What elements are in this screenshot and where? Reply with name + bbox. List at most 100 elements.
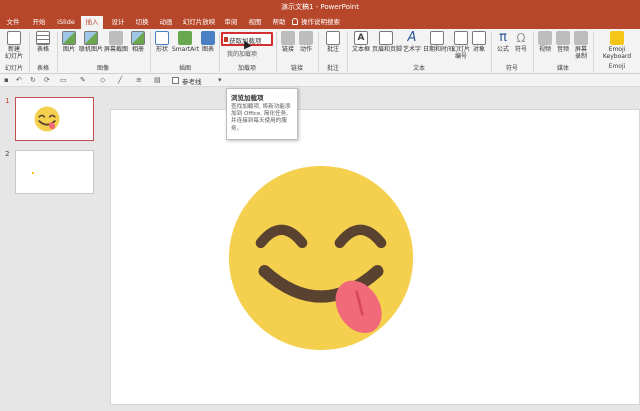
textbox-button[interactable]: A 文本框 [351,31,371,53]
pictures-label: 图片 [62,46,75,53]
thumbnail-dot [32,172,34,174]
table-icon [36,31,50,45]
start-slideshow-icon[interactable]: ▭ [60,76,67,84]
tab-home[interactable]: 开始 [28,16,50,29]
chart-button[interactable]: 图表 [200,31,216,53]
slide-number-button[interactable]: 幻灯片 编号 [452,31,470,60]
format-painter-icon[interactable]: ✎ [80,76,86,84]
slide-canvas[interactable] [110,109,640,405]
divider [29,32,30,72]
slide-number-label: 幻灯片 编号 [452,46,471,60]
group-slides: 幻灯片 [4,65,23,72]
my-addins-button[interactable]: 我的加载项 [227,49,257,58]
redo-icon[interactable]: ↻ [30,76,36,84]
save-icon[interactable]: ▪ [4,76,9,84]
tab-insert[interactable]: 插入 [81,16,103,29]
ribbon-tabs: 文件 开始 iSlide 插入 设计 切换 动画 幻灯片放映 审阅 视图 帮助 … [0,14,640,29]
title-bar: 演示文稿1 - PowerPoint [0,0,640,14]
emoji-keyboard-button[interactable]: Emoji Keyboard [597,31,637,60]
group-illustrations: 插图 [178,65,191,72]
tab-design[interactable]: 设计 [107,16,129,29]
datetime-label: 日期和时间 [423,46,454,53]
new-slide-label: 新建 幻灯片 [4,46,23,60]
chart-icon [201,31,215,45]
tab-animations[interactable]: 动画 [155,16,177,29]
album-button[interactable]: 相册 [130,31,146,53]
screen-recording-button[interactable]: 屏幕 录制 [573,31,589,60]
pictures-button[interactable]: 图片 [60,31,78,53]
arrange-icon[interactable]: ▤ [154,76,161,84]
tab-help[interactable]: 帮助 [268,16,290,29]
tab-review[interactable]: 审阅 [220,16,242,29]
smiling-face-with-tongue-icon[interactable] [227,164,415,352]
smartart-label: SmartArt [172,46,200,53]
audio-button[interactable]: 音频 [555,31,571,53]
slide-number-icon [454,31,468,45]
tell-me-label: 操作说明搜索 [301,18,340,26]
equation-button[interactable]: π 公式 [495,31,511,54]
camera-icon [109,31,123,45]
group-symbols: 符号 [505,65,518,72]
datetime-button[interactable]: 日期和时间 [423,31,454,53]
slide-thumbnail-2[interactable] [15,150,94,194]
divider [347,32,348,72]
guides-checkbox[interactable] [172,77,179,84]
customize-toolbar-icon[interactable]: ▾ [218,76,222,84]
link-label: 链接 [281,46,294,53]
smartart-icon [178,31,192,45]
ribbon: 新建 幻灯片 幻灯片 表格 表格 图片 联机图片 屏幕截图 相册 图像 形状 S… [0,29,640,74]
header-footer-label: 页眉和页脚 [372,46,403,53]
tab-file[interactable]: 文件 [2,16,24,29]
screenshot-label: 屏幕截图 [103,46,128,53]
comment-icon [326,31,340,45]
symbol-button[interactable]: Ω 符号 [513,31,529,53]
calendar-icon [430,31,444,45]
divider [276,32,277,72]
alignment-icon[interactable]: ≡ [136,76,142,84]
repeat-icon[interactable]: ⟳ [44,76,50,84]
header-footer-icon [379,31,393,45]
screenshot-button[interactable]: 屏幕截图 [103,31,129,53]
tab-view[interactable]: 视图 [244,16,266,29]
object-button[interactable]: 对象 [471,31,487,53]
quick-access-toolbar: ▪ ↶ ↻ ⟳ ▭ ✎ ◇ ╱ ≡ ▤ 参考线 ▾ [0,74,640,87]
divider [150,32,151,72]
album-icon [131,31,145,45]
object-icon [472,31,486,45]
video-label: 视频 [538,46,551,53]
video-button[interactable]: 视频 [537,31,553,53]
tab-islide[interactable]: iSlide [55,16,77,29]
shapes-button[interactable]: 形状 [154,31,170,53]
group-text: 文本 [412,65,425,72]
shape-fill-icon[interactable]: ◇ [100,76,105,84]
new-slide-button[interactable]: 新建 幻灯片 [3,31,25,60]
shapes-icon [155,31,169,45]
group-emoji: Emoji [608,63,626,70]
smartart-button[interactable]: SmartArt [172,31,200,53]
equation-label: 公式 [496,46,509,53]
tell-me-search[interactable]: 操作说明搜索 [292,16,340,28]
tooltip: 浏览加载项 查找加载项, 将新功能添加到 Office, 简化任务, 并连接到每… [226,88,298,140]
comment-label: 批注 [326,46,339,53]
screen-recording-label: 屏幕 录制 [574,46,587,60]
slide-thumbnail-1[interactable] [15,97,94,141]
line-icon[interactable]: ╱ [118,76,122,84]
online-pictures-button[interactable]: 联机图片 [79,31,103,53]
header-footer-button[interactable]: 页眉和页脚 [372,31,403,53]
album-label: 相册 [131,46,144,53]
omega-icon: Ω [516,31,526,45]
table-button[interactable]: 表格 [33,31,53,53]
speaker-icon [556,31,570,45]
link-button[interactable]: 链接 [280,31,296,53]
online-pictures-label: 联机图片 [79,46,104,53]
action-button[interactable]: 动作 [298,31,314,53]
slide-thumbnail-pane: 1 2 [0,88,104,411]
undo-icon[interactable]: ↶ [16,76,22,84]
store-icon [224,37,228,42]
group-media: 媒体 [556,65,569,72]
comment-button[interactable]: 批注 [324,31,342,53]
wordart-button[interactable]: A 艺术字 [401,31,423,54]
group-tables: 表格 [36,65,49,72]
tab-slideshow[interactable]: 幻灯片放映 [180,16,218,29]
tab-transitions[interactable]: 切换 [131,16,153,29]
